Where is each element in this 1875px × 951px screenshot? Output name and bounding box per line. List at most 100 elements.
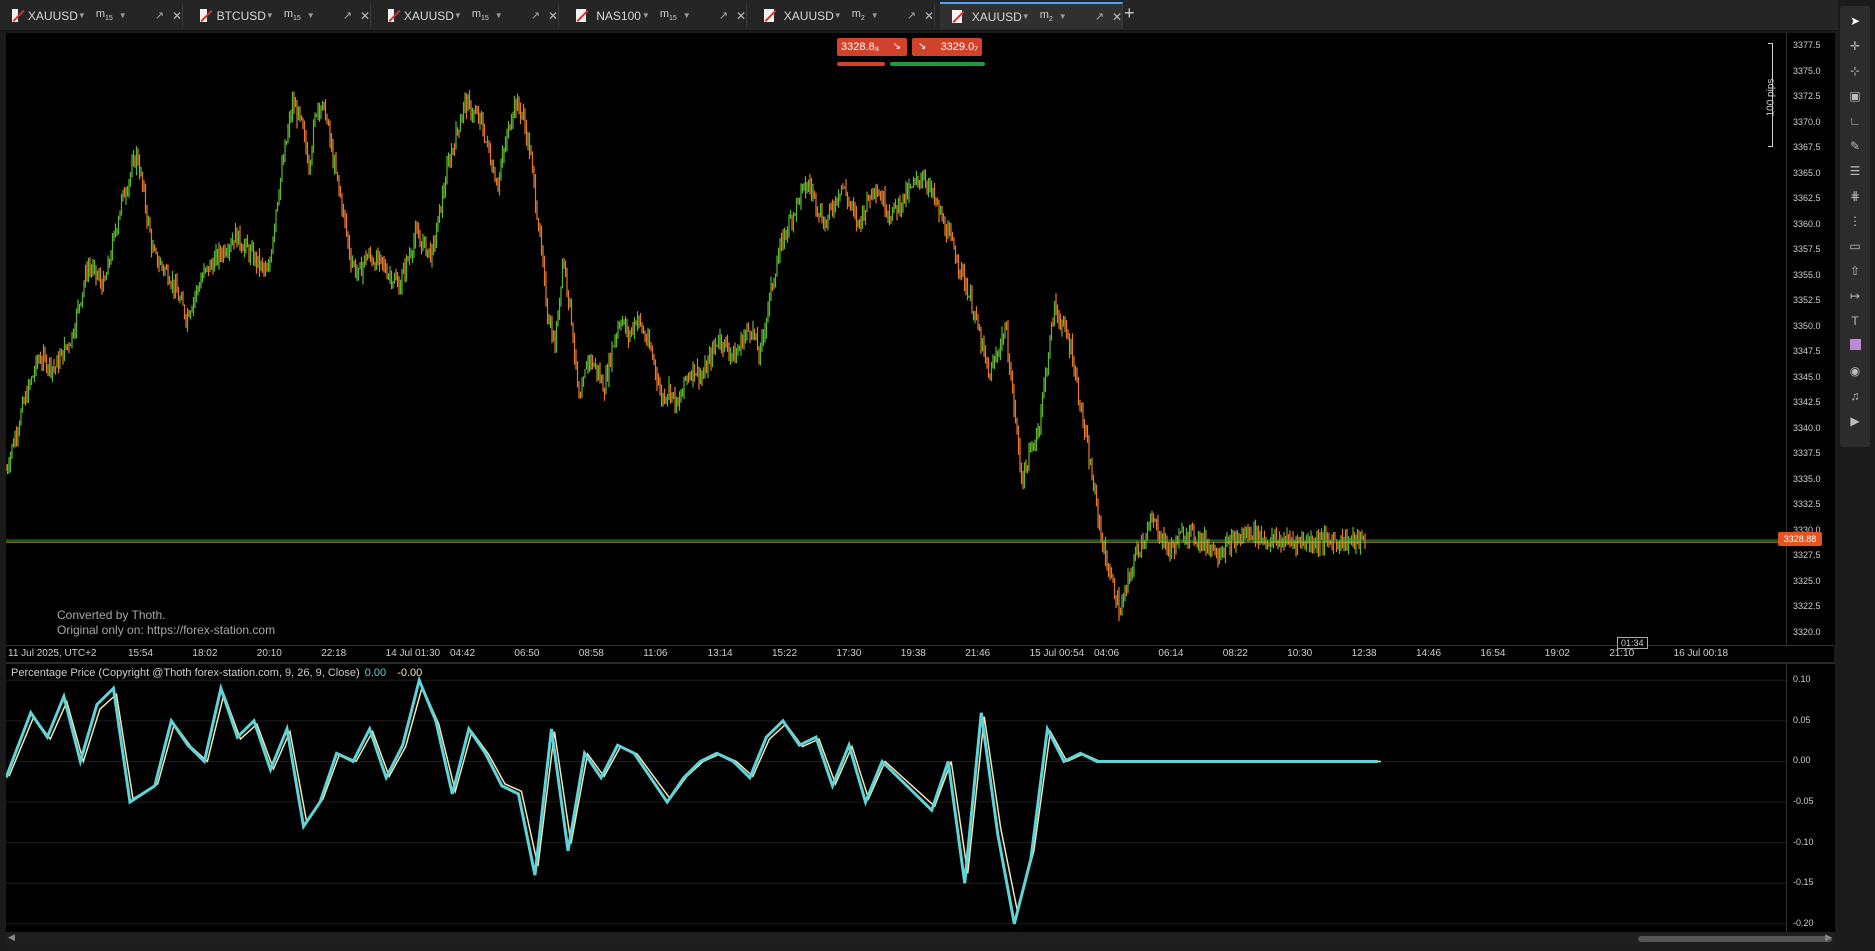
symbol-dropdown-icon[interactable]: ▼ xyxy=(266,11,274,20)
tab-timeframe[interactable]: m15 xyxy=(96,8,113,22)
price-tick: 3340.0 xyxy=(1793,422,1821,433)
time-tick: 04:42 xyxy=(450,648,476,659)
popout-icon[interactable]: ↗ xyxy=(155,9,164,22)
close-tab-icon[interactable]: ✕ xyxy=(548,9,558,23)
price-tick: 3332.5 xyxy=(1793,499,1821,510)
indicator-tick: 0.10 xyxy=(1793,674,1811,685)
tab-1[interactable]: XAUUSD ▼ m15 ▼ ↗ ✕ xyxy=(0,4,183,27)
popout-icon[interactable]: ↗ xyxy=(719,9,728,22)
tab-symbol: NAS100 xyxy=(596,8,641,23)
time-tick: 06:50 xyxy=(514,648,540,659)
time-tick: 15:54 xyxy=(128,648,154,659)
tab-symbol: XAUUSD xyxy=(27,8,78,23)
pointer-icon[interactable]: ➤ xyxy=(1847,13,1863,29)
watermark: Converted by Thoth. Original only on: ht… xyxy=(57,608,275,638)
rectangle-icon[interactable]: ▭ xyxy=(1847,238,1863,254)
timeframe-dropdown-icon[interactable]: ▼ xyxy=(683,11,691,20)
price-tick: 3360.0 xyxy=(1793,218,1821,229)
time-tick: 14:46 xyxy=(1416,648,1442,659)
indicator-axis[interactable]: 0.10 0.05 0.00 -0.05 -0.10 -0.15 -0.20 xyxy=(1786,662,1835,932)
scroll-right-icon[interactable]: ▶ xyxy=(1825,932,1832,943)
price-tick: 3337.5 xyxy=(1793,448,1821,459)
camera-icon[interactable]: ◉ xyxy=(1847,363,1863,379)
tab-4[interactable]: NAS100 ▼ m15 ▼ ↗ ✕ xyxy=(564,4,747,27)
channel-icon[interactable]: ☰ xyxy=(1847,163,1863,179)
horizontal-scrollbar[interactable]: ◀ ▶ xyxy=(6,932,1834,946)
cross-plus-icon[interactable]: ⊹ xyxy=(1847,63,1863,79)
close-tab-icon[interactable]: ✕ xyxy=(360,9,370,23)
price-chart-svg xyxy=(6,90,1786,622)
price-tick: 3327.5 xyxy=(1793,550,1821,561)
popout-icon[interactable]: ↗ xyxy=(1095,10,1104,23)
price-tick: 3365.0 xyxy=(1793,167,1821,178)
symbol-flag-icon xyxy=(12,9,18,22)
symbol-dropdown-icon[interactable]: ▼ xyxy=(454,11,462,20)
time-tick: 10:30 xyxy=(1287,648,1313,659)
close-tab-icon[interactable]: ✕ xyxy=(172,9,182,23)
price-axis[interactable]: 3377.5 3375.0 3372.5 3370.0 3367.5 3365.0 3362… xyxy=(1786,33,1835,645)
price-tick: 3320.0 xyxy=(1793,626,1821,637)
indicator-tick: 0.05 xyxy=(1793,714,1811,725)
tab-timeframe[interactable]: m2 xyxy=(1040,9,1053,23)
tab-5[interactable]: XAUUSD ▼ m2 ▼ ↗ ✕ xyxy=(752,4,935,27)
indicator-panel[interactable] xyxy=(6,662,1786,932)
tab-timeframe[interactable]: m2 xyxy=(852,8,865,22)
tab-timeframe[interactable]: m15 xyxy=(284,8,301,22)
indicator-value-1: 0.00 xyxy=(364,667,387,679)
symbol-dropdown-icon[interactable]: ▼ xyxy=(78,11,86,20)
shape-icon[interactable]: ⇧ xyxy=(1847,263,1863,279)
price-tick: 3355.0 xyxy=(1793,269,1821,280)
timeframe-dropdown-icon[interactable]: ▼ xyxy=(495,11,503,20)
time-tick: 12:38 xyxy=(1351,648,1377,659)
timeframe-dropdown-icon[interactable]: ▼ xyxy=(307,11,315,20)
price-tick: 3345.0 xyxy=(1793,371,1821,382)
sell-button[interactable]: 3328.8₈ ↘ xyxy=(837,38,907,56)
replay-icon[interactable]: ▶ xyxy=(1847,413,1863,429)
text-icon[interactable]: T xyxy=(1847,313,1863,329)
timeframe-dropdown-icon[interactable]: ▼ xyxy=(1059,12,1067,21)
zoom-icon[interactable]: ▣ xyxy=(1847,88,1863,104)
popout-icon[interactable]: ↗ xyxy=(343,9,352,22)
add-tab-button[interactable]: + xyxy=(1124,3,1135,24)
price-tick: 3350.0 xyxy=(1793,320,1821,331)
price-tick: 3347.5 xyxy=(1793,346,1821,357)
buy-button[interactable]: ↘ 3329.0₇ xyxy=(912,38,982,56)
scroll-left-icon[interactable]: ◀ xyxy=(8,932,15,943)
indicator-tick: -0.15 xyxy=(1793,877,1814,888)
indicator-title: Percentage Price (Copyright @Thoth forex… xyxy=(11,667,360,679)
alert-bell-icon[interactable]: ♫ xyxy=(1847,388,1863,404)
line-icon[interactable]: ∟ xyxy=(1847,113,1863,129)
popout-icon[interactable]: ↗ xyxy=(531,9,540,22)
close-tab-icon[interactable]: ✕ xyxy=(736,9,746,23)
measure-icon[interactable]: ↦ xyxy=(1847,288,1863,304)
trendline-icon[interactable]: ✎ xyxy=(1847,138,1863,154)
tab-3[interactable]: XAUUSD ▼ m15 ▼ ↗ ✕ xyxy=(376,4,559,27)
timeframe-dropdown-icon[interactable]: ▼ xyxy=(871,11,879,20)
symbol-dropdown-icon[interactable]: ▼ xyxy=(1022,12,1030,21)
price-chart[interactable] xyxy=(6,33,1786,645)
tab-timeframe[interactable]: m15 xyxy=(472,8,489,22)
time-tick: 21:46 xyxy=(965,648,991,659)
timeframe-dropdown-icon[interactable]: ▼ xyxy=(119,11,127,20)
tab-6[interactable]: XAUUSD ▼ m2 ▼ ↗ ✕ xyxy=(940,2,1123,29)
tab-2[interactable]: BTCUSD ▼ m15 ▼ ↗ ✕ xyxy=(188,4,371,27)
pitchfork-icon[interactable]: ⋕ xyxy=(1847,188,1863,204)
popout-icon[interactable]: ↗ xyxy=(907,9,916,22)
color-swatch-icon[interactable] xyxy=(1847,338,1863,354)
indicator-svg xyxy=(6,675,1786,925)
time-axis[interactable]: 11 Jul 2025, UTC+2 15:54 18:02 20:10 22:18 14… xyxy=(6,645,1834,663)
time-tick: 18:02 xyxy=(192,648,218,659)
crosshair-icon[interactable]: ✛ xyxy=(1847,38,1863,54)
time-tick: 21:10 xyxy=(1609,648,1635,659)
close-tab-icon[interactable]: ✕ xyxy=(924,9,934,23)
price-tick: 3335.0 xyxy=(1793,473,1821,484)
symbol-dropdown-icon[interactable]: ▼ xyxy=(834,11,842,20)
time-tick: 14 Jul 01:30 xyxy=(385,648,441,659)
scroll-thumb[interactable] xyxy=(1638,936,1832,942)
symbol-dropdown-icon[interactable]: ▼ xyxy=(642,11,650,20)
close-tab-icon[interactable]: ✕ xyxy=(1112,10,1122,24)
price-tick: 3322.5 xyxy=(1793,601,1821,612)
price-tick: 3357.5 xyxy=(1793,244,1821,255)
fibonacci-icon[interactable]: ⋮ xyxy=(1847,213,1863,229)
tab-timeframe[interactable]: m15 xyxy=(660,8,677,22)
